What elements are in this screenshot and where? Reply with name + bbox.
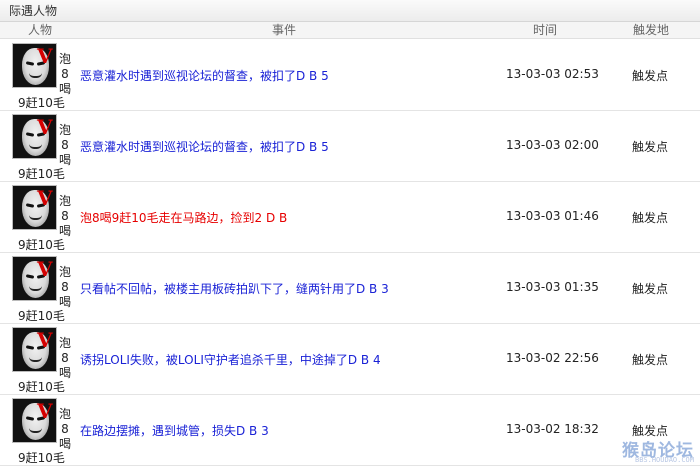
person-name-vertical[interactable]: 泡8喝 bbox=[58, 194, 72, 239]
trigger-location: 触发点 bbox=[632, 353, 669, 367]
event-text: 泡8喝9赶10毛走在马路边，捡到2 D B bbox=[80, 211, 288, 225]
v-mask-avatar-icon[interactable]: V bbox=[12, 256, 57, 301]
v-mask-avatar-icon[interactable]: V bbox=[12, 327, 57, 372]
person-name-tail[interactable]: 9赶10毛 bbox=[18, 94, 65, 111]
site-watermark: 猴岛论坛 BBS.HOUDAO.COM bbox=[601, 436, 696, 464]
event-time: 13-03-03 01:35 bbox=[506, 280, 599, 294]
event-time: 13-03-03 02:53 bbox=[506, 67, 599, 81]
person-cell: V 泡8喝 9赶10毛 bbox=[12, 256, 72, 324]
event-time: 13-03-03 02:00 bbox=[506, 138, 599, 152]
person-name-vertical[interactable]: 泡8喝 bbox=[58, 265, 72, 310]
trigger-location: 触发点 bbox=[632, 69, 669, 83]
person-name-vertical[interactable]: 泡8喝 bbox=[58, 52, 72, 97]
person-name-tail[interactable]: 9赶10毛 bbox=[18, 307, 65, 324]
person-name-tail[interactable]: 9赶10毛 bbox=[18, 449, 65, 466]
v-mask-avatar-icon[interactable]: V bbox=[12, 398, 57, 443]
person-cell: V 泡8喝 9赶10毛 bbox=[12, 398, 72, 466]
column-header-event: 事件 bbox=[272, 23, 297, 37]
person-cell: V 泡8喝 9赶10毛 bbox=[12, 185, 72, 253]
table-row: V 泡8喝 9赶10毛 在路边摆摊，遇到城管，损失D B 3 13-03-02 … bbox=[0, 395, 700, 466]
event-time: 13-03-03 01:46 bbox=[506, 209, 599, 223]
trigger-location: 触发点 bbox=[632, 140, 669, 154]
event-text: 恶意灌水时遇到巡视论坛的督查，被扣了D B 5 bbox=[80, 69, 329, 83]
table-row: V 泡8喝 9赶10毛 诱拐LOLI失败，被LOLI守护者追杀千里，中途掉了D … bbox=[0, 324, 700, 395]
event-text: 恶意灌水时遇到巡视论坛的督查，被扣了D B 5 bbox=[80, 140, 329, 154]
person-name-tail[interactable]: 9赶10毛 bbox=[18, 378, 65, 395]
table-row: V 泡8喝 9赶10毛 只看帖不回帖，被楼主用板砖拍趴下了，缝两针用了D B 3… bbox=[0, 253, 700, 324]
person-cell: V 泡8喝 9赶10毛 bbox=[12, 327, 72, 395]
person-cell: V 泡8喝 9赶10毛 bbox=[12, 43, 72, 111]
column-header-person: 人物 bbox=[28, 23, 53, 37]
table-row: V 泡8喝 9赶10毛 泡8喝9赶10毛走在马路边，捡到2 D B 13-03-… bbox=[0, 182, 700, 253]
event-text: 在路边摆摊，遇到城管，损失D B 3 bbox=[80, 424, 269, 438]
person-name-vertical[interactable]: 泡8喝 bbox=[58, 123, 72, 168]
encounter-list: V 泡8喝 9赶10毛 恶意灌水时遇到巡视论坛的督查，被扣了D B 5 13-0… bbox=[0, 40, 700, 466]
v-mask-avatar-icon[interactable]: V bbox=[12, 114, 57, 159]
column-header-trigger-location: 触发地 bbox=[633, 23, 670, 37]
table-header: 人物 事件 时间 触发地 bbox=[0, 22, 700, 39]
event-time: 13-03-02 22:56 bbox=[506, 351, 599, 365]
event-time: 13-03-02 18:32 bbox=[506, 422, 599, 436]
column-header-time: 时间 bbox=[533, 23, 558, 37]
watermark-url: BBS.HOUDAO.COM bbox=[634, 456, 694, 464]
event-text: 诱拐LOLI失败，被LOLI守护者追杀千里，中途掉了D B 4 bbox=[80, 353, 381, 367]
person-name-tail[interactable]: 9赶10毛 bbox=[18, 165, 65, 182]
trigger-location: 触发点 bbox=[632, 211, 669, 225]
event-text: 只看帖不回帖，被楼主用板砖拍趴下了，缝两针用了D B 3 bbox=[80, 282, 389, 296]
person-cell: V 泡8喝 9赶10毛 bbox=[12, 114, 72, 182]
person-name-tail[interactable]: 9赶10毛 bbox=[18, 236, 65, 253]
trigger-location: 触发点 bbox=[632, 282, 669, 296]
person-name-vertical[interactable]: 泡8喝 bbox=[58, 407, 72, 452]
v-mask-avatar-icon[interactable]: V bbox=[12, 185, 57, 230]
table-row: V 泡8喝 9赶10毛 恶意灌水时遇到巡视论坛的督查，被扣了D B 5 13-0… bbox=[0, 111, 700, 182]
v-mask-avatar-icon[interactable]: V bbox=[12, 43, 57, 88]
table-row: V 泡8喝 9赶10毛 恶意灌水时遇到巡视论坛的督查，被扣了D B 5 13-0… bbox=[0, 40, 700, 111]
person-name-vertical[interactable]: 泡8喝 bbox=[58, 336, 72, 381]
panel-title: 际遇人物 bbox=[0, 0, 700, 22]
